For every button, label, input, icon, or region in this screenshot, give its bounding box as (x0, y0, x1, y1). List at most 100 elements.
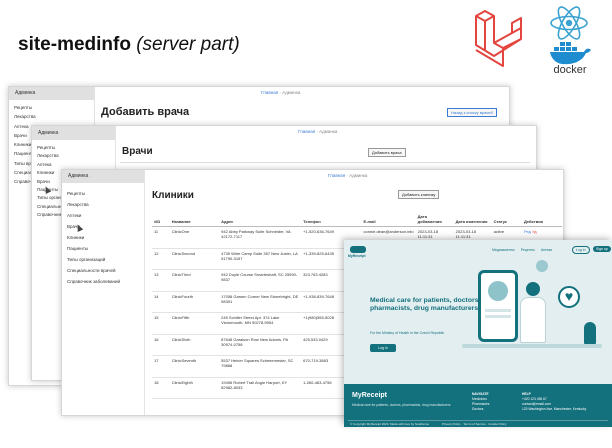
sidebar-header: Админка (9, 87, 94, 100)
react-logo-icon (550, 6, 588, 40)
table-cell-name: ClinicSeventh (169, 355, 220, 378)
footer-copyright: © Copyright MyReceipt 2023. Made with lo… (350, 422, 430, 426)
footer-divider (348, 420, 608, 421)
table-cell-id: 13 (152, 269, 170, 292)
nav-link[interactable]: Медикаменты (492, 248, 515, 252)
breadcrumb-current: Админка (319, 129, 338, 134)
sidebar-item[interactable]: Аптека (32, 161, 115, 169)
landing-footer: MyReceipt Medical care for patients, doc… (344, 384, 612, 427)
table-cell-id: 11 (152, 226, 170, 249)
table-header-row: #ID Название Адрес Телефон E-mail Дата добавл… (152, 212, 562, 227)
table-cell-address: 245 Schiller Street Apt. 374 Lake Victor… (219, 312, 302, 335)
sidebar-item[interactable]: Лекарства (32, 152, 115, 160)
breadcrumb-home[interactable]: Главная (328, 173, 345, 178)
logo-pill-icon (350, 246, 366, 253)
hero-login-button[interactable]: Log in (370, 344, 396, 352)
login-button[interactable]: Log in (572, 246, 590, 254)
table-cell-id: 18 (152, 377, 170, 399)
landing-hero: MyReceipt Медикаменты Рецепты Аптеки Log i… (344, 240, 612, 384)
table-cell-name: ClinicFourth (169, 291, 220, 313)
sidebar: Админка Рецепты Лекарства Аптеки Врачи Клини… (62, 170, 145, 415)
sidebar-item[interactable]: Аптеки (62, 210, 144, 221)
footer-col1: Medicines Pharmacies Doctors (472, 397, 489, 412)
breadcrumb: Главная · Админка (328, 173, 368, 178)
breadcrumb-current: Админка (349, 173, 368, 178)
table-header-cell: E-mail (361, 212, 416, 227)
sidebar-item[interactable]: Типы организаций (62, 254, 144, 265)
slide-title-main: site-medinfo (18, 34, 131, 55)
footer-tagline: Medical care for patients, doctors, phar… (352, 403, 451, 407)
table-cell-address: 5537 Heiner Squares Scheeemester, SC 798… (219, 355, 302, 378)
sidebar-item[interactable]: Клиники (62, 232, 144, 243)
sidebar-item[interactable]: Лекарства (62, 199, 144, 210)
slide-title: site-medinfo (server part) (18, 34, 240, 56)
hero-title: Medical care for patients, doctors, phar… (370, 297, 481, 313)
table-header-cell: Телефон (301, 212, 362, 227)
table-cell-id: 12 (152, 248, 170, 270)
back-to-doctors-button[interactable]: Назад к списку врачей (447, 108, 497, 117)
table-cell-name: ClinicSecond (169, 248, 220, 270)
table-header-cell: Дата изменения (453, 212, 492, 227)
table-cell-id: 14 (152, 291, 170, 313)
sidebar-item[interactable]: Рецепты (32, 144, 115, 152)
sidebar-list: Рецепты Лекарства Аптеки Врачи Клиники Пациен… (62, 183, 144, 287)
table-cell-address: 87648 Garaison Row New Adonis, PA 30974-… (219, 334, 302, 356)
signup-button[interactable]: Sign up (593, 246, 611, 252)
table-header-cell: Название (169, 212, 220, 227)
table-cell-id: 15 (152, 312, 170, 335)
breadcrumb-home[interactable]: Главная (261, 90, 278, 95)
sidebar-item[interactable]: Пациенты (62, 243, 144, 254)
table-cell-name: ClinicThird (169, 269, 220, 292)
landing-page-preview: MyReceipt Медикаменты Рецепты Аптеки Log i… (344, 240, 612, 427)
table-cell-name: ClinicFifth (169, 312, 220, 335)
table-header-cell: Адрес (219, 212, 302, 227)
docker-label: docker (553, 64, 587, 76)
breadcrumb: Главная · Админка (261, 90, 301, 95)
footer-col2: +420 123 456 67 contact@email.com 123 Wash… (522, 397, 586, 412)
footer-col2-title: HELP (522, 392, 531, 396)
sidebar-item[interactable]: Рецепты (62, 188, 144, 199)
sidebar-header: Админка (62, 170, 144, 183)
page-title: Врачи (122, 146, 153, 157)
table-cell-name: ClinicOne (169, 226, 220, 249)
breadcrumb: Главная · Админка (298, 129, 338, 134)
nav-link[interactable]: Рецепты (521, 248, 535, 252)
table-header-cell: #ID (152, 212, 170, 227)
doctor-figure-icon (520, 297, 546, 343)
laravel-logo-icon (475, 10, 522, 67)
breadcrumb-home[interactable]: Главная (298, 129, 315, 134)
sidebar-item[interactable]: Рецепты (9, 103, 94, 112)
table-cell-address: 19496 Robert Trail Angie Harport, KY 829… (219, 377, 302, 399)
footer-link[interactable]: Doctors (472, 407, 489, 412)
table-cell-id: 17 (152, 355, 170, 378)
page-title: Добавить врача (101, 106, 190, 118)
decor-circle (536, 260, 548, 272)
delete-link[interactable]: Уд (532, 229, 537, 234)
edit-link[interactable]: Ред (524, 229, 531, 234)
table-cell-id: 16 (152, 334, 170, 356)
divider (120, 162, 530, 163)
landing-nav: Медикаменты Рецепты Аптеки (492, 248, 558, 252)
table-header-cell: Статус (491, 212, 522, 227)
add-clinic-button[interactable]: Добавить клинику (398, 190, 440, 199)
table-cell-address: 942 Doyle Course Smarteshaft, SC 25990-9… (219, 269, 302, 292)
nav-link[interactable]: Аптеки (541, 248, 552, 252)
hero-subtitle: For the Ministry of Health in the Czech … (370, 331, 445, 335)
sidebar-item[interactable]: Справочник заболеваний (62, 276, 144, 287)
footer-col1-title: NAVIGATE (472, 392, 489, 396)
table-header-cell: Действия (521, 212, 562, 227)
sidebar-item[interactable]: Специальности врачей (62, 265, 144, 276)
breadcrumb-current: Админка (282, 90, 301, 95)
footer-brand: MyReceipt (352, 392, 388, 399)
add-doctor-button[interactable]: Добавить врача (368, 148, 406, 157)
heart-icon: ♥ (558, 286, 580, 308)
footer-contact: 123 Washington Ave, Manchester, Kentucky (522, 407, 587, 411)
table-cell-address: 4735 Wirle Camp Suite 357 New Justin, LA… (219, 248, 302, 270)
footer-legal-links[interactable]: Privacy Policy · Terms of Service · Cook… (442, 422, 506, 426)
sidebar-item[interactable]: Лекарства (9, 112, 94, 121)
sidebar-header: Админка (32, 126, 115, 140)
docker-whale-icon (550, 42, 591, 65)
table-header-cell: Дата добавления (415, 212, 454, 227)
table-cell-address: 942 Abby Parkway Suite Schneider, VA 421… (219, 226, 302, 249)
table-cell-name: ClinicSixth (169, 334, 220, 356)
